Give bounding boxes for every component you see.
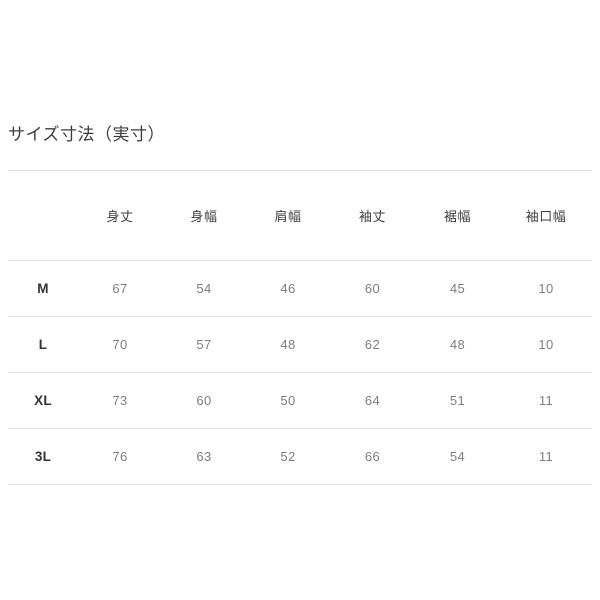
column-header-sodeguchihaba: 袖口幅 (500, 170, 592, 261)
table-row: M 67 54 46 60 45 10 (8, 260, 592, 317)
cell-mitake: 73 (78, 372, 162, 429)
table-header: 身丈 身幅 肩幅 袖丈 裾幅 袖口幅 (8, 170, 592, 261)
cell-sodeguchihaba: 11 (500, 372, 592, 429)
cell-size-label: M (8, 260, 78, 317)
table-body: M 67 54 46 60 45 10 L 70 57 48 62 48 10 … (8, 260, 592, 485)
column-header-susohaba: 裾幅 (415, 170, 500, 261)
cell-sodeguchihaba: 10 (500, 260, 592, 317)
cell-size-label: XL (8, 372, 78, 429)
cell-mihaba: 54 (162, 260, 246, 317)
cell-mihaba: 57 (162, 316, 246, 373)
cell-mitake: 67 (78, 260, 162, 317)
cell-katahaba: 52 (246, 428, 330, 485)
page-title: サイズ寸法（実寸） (8, 125, 165, 144)
cell-mihaba: 63 (162, 428, 246, 485)
column-header-mitake: 身丈 (78, 170, 162, 261)
cell-size-label: L (8, 316, 78, 373)
cell-katahaba: 48 (246, 316, 330, 373)
cell-size-label: 3L (8, 428, 78, 485)
cell-sodeguchihaba: 10 (500, 316, 592, 373)
cell-sodetake: 64 (330, 372, 415, 429)
size-measurements-table: 身丈 身幅 肩幅 袖丈 裾幅 袖口幅 M 67 54 46 60 45 10 L… (8, 170, 592, 485)
cell-sodetake: 66 (330, 428, 415, 485)
cell-katahaba: 46 (246, 260, 330, 317)
cell-susohaba: 48 (415, 316, 500, 373)
column-header-katahaba: 肩幅 (246, 170, 330, 261)
column-header-size (8, 170, 78, 261)
cell-sodetake: 62 (330, 316, 415, 373)
cell-mitake: 76 (78, 428, 162, 485)
cell-sodeguchihaba: 11 (500, 428, 592, 485)
table-row: L 70 57 48 62 48 10 (8, 316, 592, 373)
cell-katahaba: 50 (246, 372, 330, 429)
size-chart-panel: サイズ寸法（実寸） 身丈 身幅 肩幅 袖丈 裾幅 袖口幅 M 67 54 46 … (0, 0, 600, 600)
cell-mitake: 70 (78, 316, 162, 373)
cell-susohaba: 45 (415, 260, 500, 317)
cell-mihaba: 60 (162, 372, 246, 429)
cell-susohaba: 54 (415, 428, 500, 485)
table-row: XL 73 60 50 64 51 11 (8, 372, 592, 429)
table-header-row: 身丈 身幅 肩幅 袖丈 裾幅 袖口幅 (8, 170, 592, 261)
column-header-mihaba: 身幅 (162, 170, 246, 261)
cell-susohaba: 51 (415, 372, 500, 429)
cell-sodetake: 60 (330, 260, 415, 317)
table-row: 3L 76 63 52 66 54 11 (8, 428, 592, 485)
column-header-sodetake: 袖丈 (330, 170, 415, 261)
